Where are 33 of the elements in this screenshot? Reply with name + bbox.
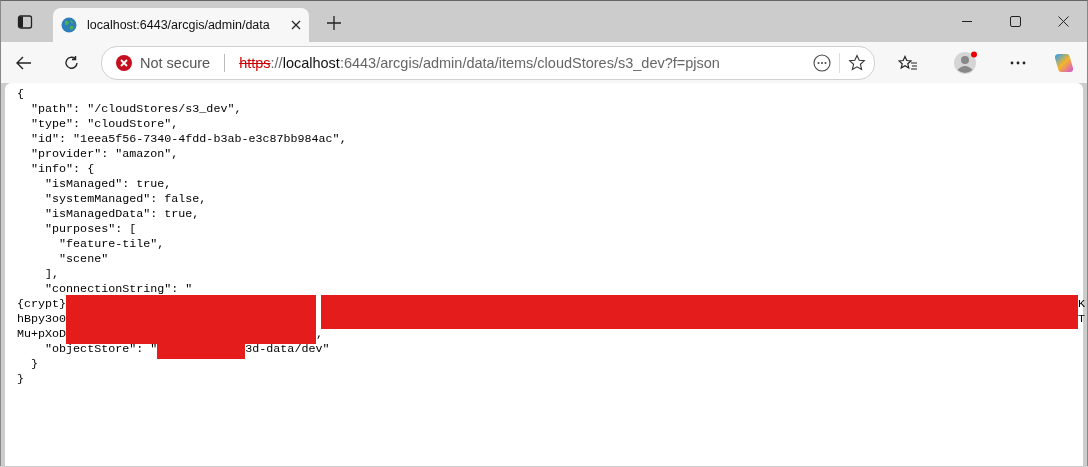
address-bar[interactable]: Not secure https://localhost:6443/arcgis/admin/data/items/cloudStores/s3_dev?f=pjson (101, 45, 875, 80)
json-text: "systemManaged": false, (44, 192, 207, 207)
json-text: "info": { (30, 162, 95, 177)
json-text: K (1078, 297, 1085, 312)
json-text: "isManaged": true, (44, 177, 172, 192)
json-text: { (17, 87, 24, 102)
json-text: hBpy3o0 (17, 312, 67, 327)
json-text: } (30, 357, 39, 372)
json-text: ], (44, 267, 60, 282)
more-icon[interactable] (813, 53, 831, 72)
star-icon[interactable] (848, 53, 866, 72)
json-text: } (17, 372, 24, 387)
json-text: Mu+pXoD (17, 327, 67, 342)
error-icon (116, 54, 132, 71)
json-text: , (316, 327, 324, 342)
json-text: {crypt} (17, 297, 67, 312)
json-text: "path": "/cloudStores/s3_dev", (30, 102, 242, 117)
json-text: "connectionString": " (44, 282, 193, 297)
json-text: "isManagedData": true, (44, 207, 200, 222)
json-text: "objectStore": " (44, 342, 158, 357)
json-text: T (1078, 312, 1085, 327)
json-text: 3d-data/dev" (245, 342, 330, 357)
close-icon[interactable] (291, 20, 301, 30)
json-text: "id": "1eea5f56-7340-4fdd-b3ab-e3c87bb984ac", (30, 132, 347, 147)
globe-icon (61, 17, 77, 33)
json-text: "provider": "amazon", (30, 147, 179, 162)
browser-tab[interactable]: localhost:6443/arcgis/admin/data (53, 8, 309, 42)
security-label[interactable]: Not secure (140, 54, 211, 71)
url-text[interactable]: https://localhost:6443/arcgis/admin/data/items/cloudStores/s3_dev?f=pjson (239, 54, 805, 71)
json-text: "type": "cloudStore", (30, 117, 179, 132)
json-text: "feature-tile", (58, 237, 165, 252)
json-text: "purposes": [ (44, 222, 137, 237)
json-text: "scene" (58, 252, 109, 267)
